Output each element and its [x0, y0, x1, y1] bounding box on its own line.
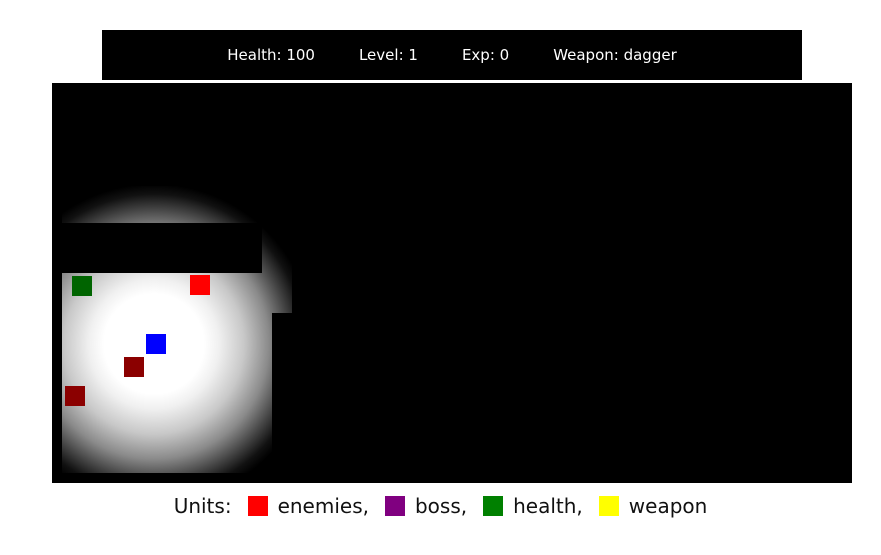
health-swatch — [483, 496, 504, 516]
legend-label-enemies: enemies, — [277, 494, 369, 518]
game-board[interactable] — [52, 83, 852, 483]
legend-label-boss: boss, — [414, 494, 468, 518]
legend-entry-weapon: weapon — [598, 494, 708, 518]
health-stat: Health: 100 — [227, 46, 315, 64]
enemy-unit — [124, 357, 144, 377]
enemy-unit — [72, 276, 92, 296]
top-wall — [52, 83, 852, 186]
legend-label-weapon: weapon — [628, 494, 708, 518]
units-legend: Units: enemies, boss, health, weapon — [0, 490, 881, 522]
bottom-wall — [52, 473, 852, 483]
enemies-swatch — [247, 496, 268, 516]
legend-entry-health: health, — [483, 494, 583, 518]
boss-swatch — [384, 496, 405, 516]
weapon-swatch — [598, 496, 619, 516]
player-unit — [146, 334, 166, 354]
right-wall-upper — [292, 186, 852, 313]
right-wall-lower — [272, 313, 852, 483]
game-screen: Health: 100 Level: 1 Exp: 0 Weapon: dagg… — [0, 0, 881, 555]
status-bar: Health: 100 Level: 1 Exp: 0 Weapon: dagg… — [102, 30, 802, 80]
health-pickup — [190, 275, 210, 295]
corridor-wall — [62, 223, 262, 273]
legend-title: Units: — [173, 494, 232, 518]
legend-entry-boss: boss, — [384, 494, 468, 518]
legend-entry-enemies: enemies, — [247, 494, 369, 518]
weapon-stat: Weapon: dagger — [553, 46, 677, 64]
level-stat: Level: 1 — [358, 46, 418, 64]
legend-label-health: health, — [513, 494, 583, 518]
enemy-unit — [65, 386, 85, 406]
exp-stat: Exp: 0 — [461, 46, 510, 64]
